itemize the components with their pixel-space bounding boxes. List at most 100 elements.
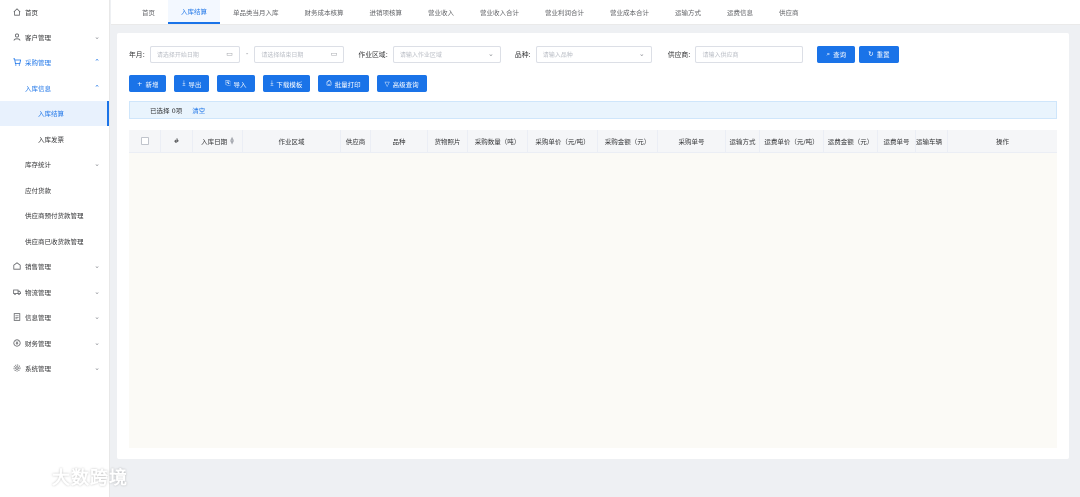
column-header: 作业区域 [243,130,341,152]
column-header: 品种 [371,130,428,152]
sidebar-item-purchase[interactable]: 采购管理 ⌃ [0,50,109,76]
sidebar-item-inbound-settlement[interactable]: 入库结算 [0,100,109,126]
chevron-down-icon: ⌄ [94,287,100,296]
batch-print-button[interactable]: ⎙ 批量打印 [318,75,369,92]
sidebar-item-label: 首页 [25,9,38,17]
home-icon [12,8,21,17]
sidebar-item-finance[interactable]: 财务管理 ⌄ [0,330,109,356]
sidebar-item-sales[interactable]: 销售管理 ⌄ [0,254,109,280]
sidebar-item-inbound-invoice[interactable]: 入库发票 [0,126,109,152]
sidebar-item-home[interactable]: 首页 [0,0,109,24]
end-date-input[interactable]: 请选择结束日期 ▭ [254,45,345,63]
calendar-icon: ▭ [226,50,233,58]
sidebar-item-supplier-received[interactable]: 供应商已收货款管理 [0,228,109,254]
supplier-input[interactable]: 请输入供应商 [695,45,804,63]
chevron-up-icon: ⌃ [94,58,100,67]
sidebar-item-label: 物流管理 [25,288,51,297]
sales-icon [12,262,21,271]
column-header: 供应商 [341,130,371,152]
tab-transport-mode[interactable]: 运输方式 [662,0,714,24]
sidebar-item-label: 采购管理 [25,59,51,68]
download-template-button[interactable]: ⤓ 下载模板 [262,75,311,92]
chevron-down-icon: ⌄ [638,50,645,58]
search-button[interactable]: ⌕ 查询 [817,45,856,63]
column-header: 货物照片 [428,130,468,152]
sidebar-item-label: 系统管理 [25,365,51,374]
sidebar-item-inventory-stats[interactable]: 库存统计 ⌄ [0,152,109,178]
tab-inbound-settlement[interactable]: 入库结算 [168,0,220,24]
sidebar-item-customer[interactable]: 客户管理 ⌄ [0,24,109,50]
clear-selection-link[interactable]: 清空 [192,105,205,115]
table-body [129,153,1057,448]
sidebar-item-label: 入库信息 [25,84,51,93]
column-header: 采购单号 [658,130,726,152]
sidebar-item-label: 供应商已收货款管理 [25,237,84,246]
variety-select[interactable]: 请输入品种 ⌄ [535,45,652,63]
tab-revenue-total[interactable]: 营业收入合计 [467,0,532,24]
reset-button[interactable]: ↻ 重置 [859,45,899,63]
chevron-down-icon: ⌄ [94,364,100,373]
area-label: 作业区域: [358,51,388,59]
tab-profit-total[interactable]: 营业利润合计 [532,0,597,24]
chevron-down-icon: ⌄ [94,160,100,169]
advanced-search-button[interactable]: ▽ 高级查询 [376,75,427,92]
filter-icon: ▽ [384,79,390,88]
column-header-inbound-date[interactable]: 入库日期 ▲ ▼ [193,130,243,152]
refresh-icon: ↻ [868,50,874,58]
sidebar-item-inbound-info[interactable]: 入库信息 ⌃ [0,75,109,101]
tab-home[interactable]: 首页 [129,0,168,24]
tab-monthly-single-inbound[interactable]: 单品类当月入库 [220,0,292,24]
sidebar-item-label: 入库发票 [38,135,64,144]
tab-input-output-tax[interactable]: 进销项核算 [357,0,416,24]
column-header: 采购单价（元/吨） [528,130,598,152]
tab-freight-info[interactable]: 运费信息 [714,0,766,24]
sidebar-item-logistics[interactable]: 物流管理 ⌄ [0,279,109,305]
area-select[interactable]: 请输入作业区域 ⌄ [392,45,501,63]
sidebar-item-info[interactable]: 信息管理 ⌄ [0,305,109,331]
printer-icon: ⎙ [326,79,332,87]
tab-revenue[interactable]: 营业收入 [415,0,467,24]
cart-icon [12,58,21,67]
import-button[interactable]: ⎘ 导入 [217,75,255,92]
sidebar: 首页 客户管理 ⌄ 采购管理 ⌃ 入库信息 ⌃ 入库结算 入库发票 库存统计 ⌄… [0,0,110,497]
sidebar-item-payables[interactable]: 应付货款 [0,177,109,203]
start-date-input[interactable]: 请选择开始日期 ▭ [149,45,240,63]
user-icon [12,32,21,41]
tab-supplier[interactable]: 供应商 [766,0,812,24]
column-header: 运输车辆 [916,130,948,152]
doc-icon [12,313,21,322]
chevron-down-icon: ⌄ [94,32,100,41]
chevron-down-icon: ⌄ [488,50,494,58]
tab-bar: 首页 入库结算 单品类当月入库 财务成本核算 进销项核算 营业收入 营业收入合计… [111,0,1080,25]
table-header: # 入库日期 ▲ ▼ 作业区域 供应商 品种 货物照片 采购数量（吨） 采购单价（… [129,130,1057,153]
chevron-down-icon: ⌄ [94,338,100,347]
column-header: # [161,130,193,152]
chevron-down-icon: ⌄ [94,262,100,271]
month-label: 年月: [129,51,145,59]
sort-icon: ▲ ▼ [230,136,234,146]
select-all-cell [129,130,161,152]
column-header: 运费单号 [878,130,916,152]
tab-cost-total[interactable]: 营业成本合计 [597,0,662,24]
filter-bar: 年月: 请选择开始日期 ▭ - 请选择结束日期 ▭ 作业区域: 请输入作业区域 … [129,45,899,63]
chevron-down-icon: ⌄ [94,313,100,322]
sidebar-item-label: 客户管理 [25,33,51,42]
calendar-icon: ▭ [330,50,338,58]
supplier-label: 供应商: [667,51,691,59]
sidebar-item-label: 库存统计 [25,161,51,170]
watermark-text: 大数跨境 [52,468,128,489]
download-icon: ⤓ [182,79,186,87]
export-button[interactable]: ⤓ 导出 [174,75,210,92]
sidebar-item-label: 应付货款 [25,186,51,195]
add-button[interactable]: + 新增 [129,75,167,92]
sidebar-item-system[interactable]: 系统管理 ⌄ [0,356,109,382]
main-panel: 年月: 请选择开始日期 ▭ - 请选择结束日期 ▭ 作业区域: 请输入作业区域 … [117,33,1069,459]
select-all-checkbox[interactable] [140,137,149,145]
range-separator: - [245,50,249,58]
tab-finance-cost[interactable]: 财务成本核算 [292,0,357,24]
sidebar-item-label: 入库结算 [38,110,64,119]
sidebar-item-label: 信息管理 [25,314,51,323]
plus-icon: + [137,79,143,88]
sidebar-item-label: 销售管理 [25,263,51,272]
sidebar-item-supplier-prepaid[interactable]: 供应商预付货款管理 [0,203,109,229]
